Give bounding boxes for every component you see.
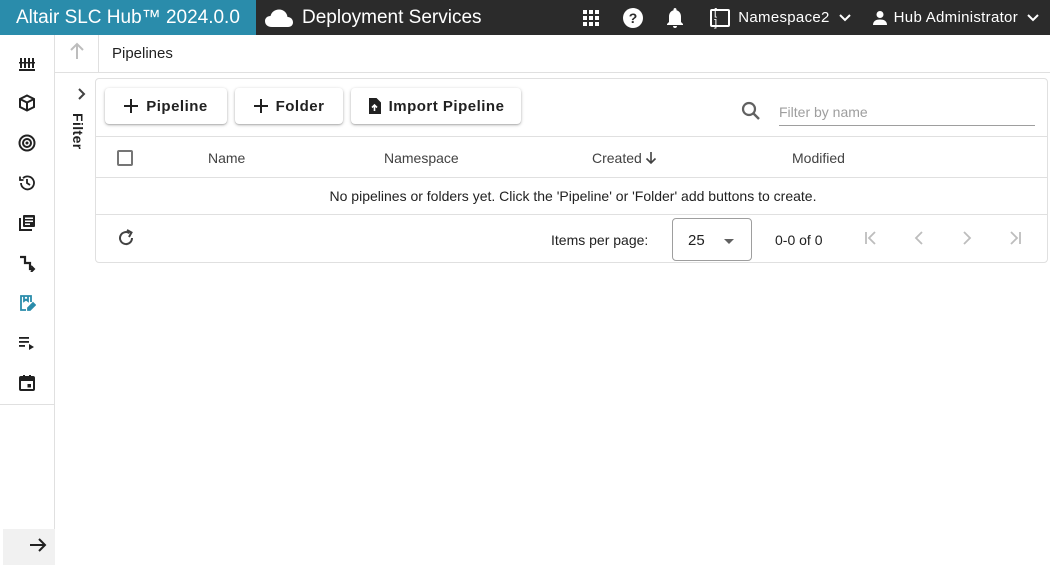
add-pipeline-button[interactable]: Pipeline: [105, 88, 227, 124]
select-all-checkbox[interactable]: [117, 150, 133, 166]
nav-queue[interactable]: [0, 325, 54, 365]
arrow-right-icon: [29, 537, 47, 558]
help-icon[interactable]: ?: [621, 6, 645, 30]
pipelines-toolbar: Pipeline Folder Import Pipeline: [96, 79, 1047, 137]
pagination-range: 0-0 of 0: [775, 232, 823, 248]
empty-message-text: No pipelines or folders yet. Click the '…: [329, 188, 817, 204]
namespace-label: Namespace2: [738, 9, 830, 26]
chevron-left-icon: [913, 230, 925, 248]
filter-label[interactable]: Filter: [70, 113, 86, 150]
app-brand[interactable]: Altair SLC Hub™ 2024.0.0: [0, 0, 256, 35]
plus-icon: [253, 99, 268, 113]
chevron-down-icon: [1026, 11, 1040, 25]
column-header-namespace[interactable]: Namespace: [384, 150, 459, 166]
sort-arrow-down-icon: [645, 151, 657, 165]
nav-pipelines[interactable]: [0, 285, 54, 325]
step-arrows-icon: [18, 254, 36, 277]
items-per-page-select[interactable]: 25: [672, 218, 752, 261]
nav-library[interactable]: [0, 205, 54, 245]
column-header-name[interactable]: Name: [208, 150, 245, 166]
side-nav-rail: [0, 35, 55, 565]
next-page-button[interactable]: [955, 227, 979, 251]
last-page-button[interactable]: [1003, 227, 1027, 251]
dropdown-arrow-icon: [724, 239, 734, 244]
user-menu[interactable]: Hub Administrator: [872, 9, 1040, 26]
breadcrumb: Pipelines: [55, 34, 1050, 73]
namespace-selector[interactable]: [ ] Namespace2: [710, 7, 852, 29]
items-per-page-label: Items per page:: [551, 232, 649, 248]
arrow-up-icon: [69, 42, 85, 65]
calendar-icon: [18, 374, 36, 397]
history-clock-icon: [18, 174, 36, 197]
dashboard-bars-icon: [18, 54, 36, 77]
import-pipeline-label: Import Pipeline: [388, 97, 505, 115]
namespace-icon: [ ]: [710, 7, 731, 29]
items-per-page-value: 25: [688, 232, 705, 249]
library-books-icon: [18, 214, 36, 237]
file-upload-icon: [368, 98, 381, 114]
table-paginator: Items per page: 25 0-0 of 0: [96, 215, 1047, 263]
chevron-down-icon: [838, 11, 852, 25]
column-header-modified[interactable]: Modified: [792, 150, 845, 166]
apps-grid-icon[interactable]: [579, 6, 603, 30]
target-icon: [18, 134, 36, 157]
top-bar: Altair SLC Hub™ 2024.0.0 Deployment Serv…: [0, 0, 1050, 35]
cloud-icon: [264, 8, 294, 28]
pipelines-card: Pipeline Folder Import Pipeline Name Nam…: [95, 78, 1048, 263]
refresh-icon[interactable]: [116, 228, 138, 250]
first-page-icon: [863, 230, 879, 248]
last-page-icon: [1007, 230, 1023, 248]
app-title: Altair SLC Hub™ 2024.0.0: [16, 6, 240, 28]
nav-steps[interactable]: [0, 245, 54, 285]
notifications-bell-icon[interactable]: [663, 6, 687, 30]
user-name: Hub Administrator: [893, 9, 1018, 26]
nav-schedule[interactable]: [0, 365, 54, 405]
nav-dashboard[interactable]: [0, 45, 54, 85]
search-icon: [740, 100, 762, 122]
plus-icon: [124, 99, 139, 113]
column-header-created[interactable]: Created: [592, 150, 657, 166]
filter-panel-toggle[interactable]: Filter: [55, 73, 95, 193]
empty-table-message: No pipelines or folders yet. Click the '…: [96, 178, 1047, 215]
previous-page-button[interactable]: [907, 227, 931, 251]
add-folder-label: Folder: [275, 97, 325, 115]
service-title: Deployment Services: [256, 0, 482, 35]
chevron-right-icon[interactable]: [75, 87, 89, 101]
column-header-created-label: Created: [592, 150, 642, 166]
table-header: Name Namespace Created Modified: [96, 137, 1047, 178]
service-name: Deployment Services: [302, 6, 482, 28]
import-pipeline-button[interactable]: Import Pipeline: [351, 88, 521, 124]
person-icon: [872, 10, 888, 26]
svg-text:?: ?: [629, 10, 638, 26]
rail-divider: [0, 404, 54, 405]
nav-packages[interactable]: [0, 85, 54, 125]
add-pipeline-label: Pipeline: [146, 97, 208, 115]
filter-by-name-input[interactable]: [779, 99, 1035, 126]
package-cube-icon: [18, 93, 36, 117]
navigate-up-button[interactable]: [55, 34, 99, 73]
playlist-play-icon: [18, 334, 36, 357]
nav-targets[interactable]: [0, 125, 54, 165]
chevron-right-icon: [961, 230, 973, 248]
first-page-button[interactable]: [859, 227, 883, 251]
page-title: Pipelines: [112, 45, 173, 62]
add-folder-button[interactable]: Folder: [235, 88, 343, 124]
expand-rail-button[interactable]: [3, 529, 55, 565]
pipeline-edit-icon: [18, 294, 37, 317]
nav-history[interactable]: [0, 165, 54, 205]
